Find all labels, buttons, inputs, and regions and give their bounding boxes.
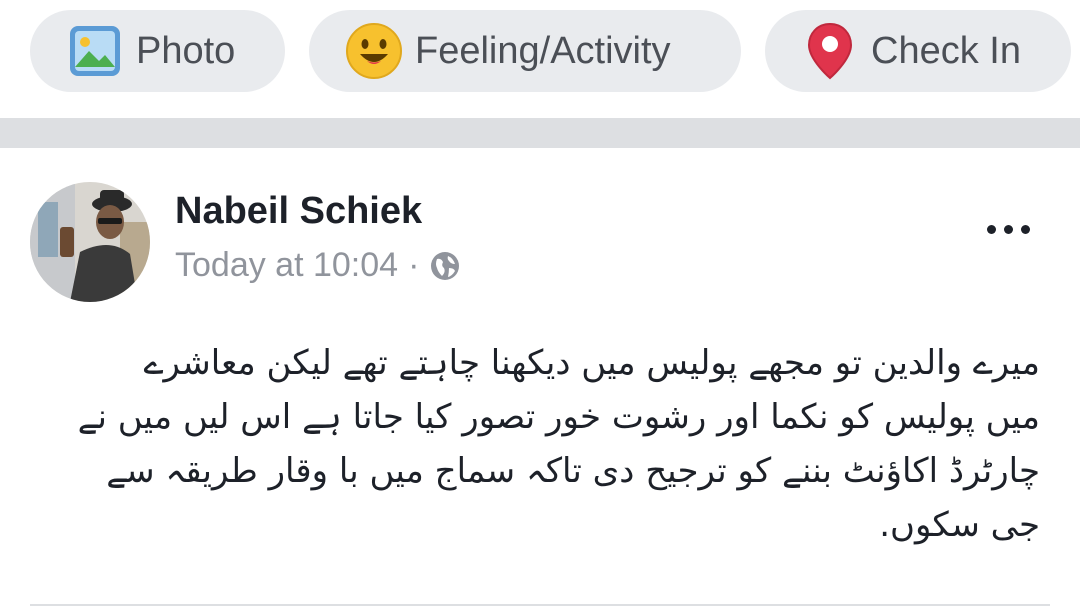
- composer-bar: Photo Feeling/Activity Check In: [0, 0, 1080, 118]
- avatar[interactable]: [30, 182, 150, 302]
- feed-post: Nabeil Schiek Today at 10:04 · میرے والد…: [0, 148, 1080, 608]
- more-options-button[interactable]: [978, 214, 1038, 244]
- globe-icon: [429, 250, 461, 282]
- more-dot: [986, 224, 996, 234]
- post-timestamp[interactable]: Today at 10:04: [175, 246, 398, 285]
- check-in-button[interactable]: Check In: [765, 10, 1071, 92]
- check-in-label: Check In: [871, 29, 1021, 72]
- feeling-activity-label: Feeling/Activity: [415, 29, 671, 72]
- map-pin-icon: [801, 22, 859, 80]
- post-divider: [30, 604, 1050, 606]
- feed-divider: [0, 118, 1080, 148]
- post-body-line: میں پولیس کو نکما اور رشوت خور تصور کیا …: [77, 397, 1040, 437]
- more-dot: [1020, 224, 1030, 234]
- smiley-icon: [345, 22, 403, 80]
- photo-button[interactable]: Photo: [30, 10, 285, 92]
- post-meta: Today at 10:04 ·: [175, 246, 461, 285]
- meta-separator: ·: [408, 246, 420, 284]
- post-body-line: میرے والدین تو مجھے پولیس میں دیکھنا چاہ…: [143, 343, 1040, 383]
- photo-icon: [66, 22, 124, 80]
- feeling-activity-button[interactable]: Feeling/Activity: [309, 10, 741, 92]
- post-body: میرے والدین تو مجھے پولیس میں دیکھنا چاہ…: [40, 336, 1040, 552]
- more-dot: [1003, 224, 1013, 234]
- author-name[interactable]: Nabeil Schiek: [175, 190, 422, 233]
- post-body-line: جی سکوں.: [879, 505, 1040, 545]
- photo-label: Photo: [136, 29, 236, 72]
- post-body-line: چارٹرڈ اکاؤنٹ بننے کو ترجیح دی تاکہ سماج…: [106, 451, 1040, 491]
